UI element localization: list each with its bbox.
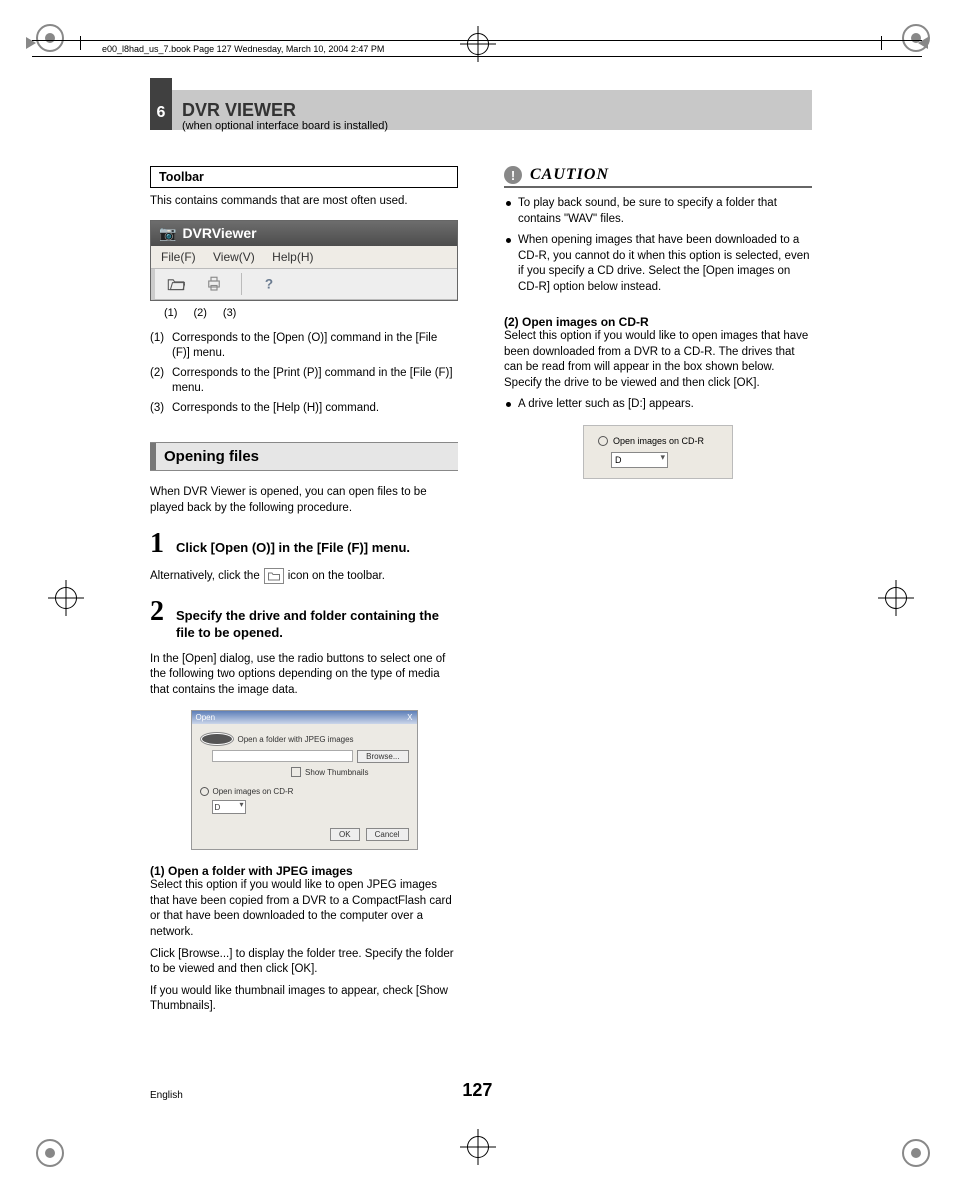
- inline-open-icon: [264, 568, 284, 584]
- page-number: 127: [462, 1080, 492, 1101]
- cdr-panel-radio[interactable]: [598, 436, 608, 446]
- toolbar-heading: Toolbar: [150, 166, 458, 188]
- sub1-para-b: Click [Browse...] to display the folder …: [150, 947, 458, 978]
- step-1-alt: Alternatively, click the icon on the too…: [150, 568, 458, 584]
- legend-2-num: (2): [150, 366, 172, 397]
- crop-circle-br: [902, 1139, 930, 1167]
- menu-view[interactable]: View(V): [213, 250, 255, 264]
- app-menubar: File(F) View(V) Help(H): [151, 246, 457, 269]
- cdr-panel: Open images on CD-R D: [583, 425, 733, 479]
- radio-open-folder[interactable]: [200, 732, 234, 746]
- dialog-close-icon[interactable]: X: [407, 713, 412, 722]
- show-thumbnails-label: Show Thumbnails: [305, 768, 368, 777]
- chapter-title: DVR VIEWER: [182, 100, 296, 121]
- caution-icon: !: [504, 166, 522, 184]
- chapter-number: 6: [150, 78, 172, 130]
- app-titlebar: 📷 DVRViewer: [151, 221, 457, 246]
- legend-2-text: Corresponds to the [Print (P)] command i…: [172, 366, 458, 397]
- page-footer: English 127: [150, 1080, 812, 1101]
- legend-3-text: Corresponds to the [Help (H)] command.: [172, 401, 379, 417]
- menu-help[interactable]: Help(H): [272, 250, 313, 264]
- opening-intro: When DVR Viewer is opened, you can open …: [150, 485, 458, 516]
- toolbar-divider: [241, 273, 242, 295]
- toolbar-legend: (1)Corresponds to the [Open (O)] command…: [150, 331, 458, 417]
- running-header: e00_l8had_us_7.book Page 127 Wednesday, …: [32, 40, 922, 57]
- radio-open-cdr-label: Open images on CD-R: [213, 787, 294, 796]
- callout-2: (2): [193, 307, 206, 319]
- step-1-alt-b: icon on the toolbar.: [288, 570, 385, 582]
- legend-3-num: (3): [150, 401, 172, 417]
- dialog-title: Open: [196, 713, 216, 722]
- show-thumbnails-checkbox[interactable]: [291, 767, 301, 777]
- callout-3: (3): [223, 307, 236, 319]
- registration-mark-right: [878, 580, 914, 616]
- registration-mark-bottom: [460, 1129, 496, 1165]
- footer-language: English: [150, 1090, 183, 1101]
- sub2-body: Select this option if you would like to …: [504, 329, 812, 391]
- step-2-body: In the [Open] dialog, use the radio butt…: [150, 652, 458, 699]
- caution-bar: ! CAUTION: [504, 166, 812, 188]
- open-dialog: Open X Open a folder with JPEG images Br…: [191, 710, 418, 850]
- toolbar-description: This contains commands that are most oft…: [150, 194, 458, 210]
- section-opening-files: Opening files: [150, 442, 458, 471]
- open-icon[interactable]: [165, 273, 187, 295]
- cancel-button[interactable]: Cancel: [366, 828, 409, 841]
- step-1-title: Click [Open (O)] in the [File (F)] menu.: [176, 540, 458, 557]
- app-title: DVRViewer: [182, 225, 256, 241]
- sub1-heading: (1) Open a folder with JPEG images: [150, 864, 458, 878]
- step-2-title: Specify the drive and folder containing …: [176, 608, 458, 642]
- registration-mark-left: [48, 580, 84, 616]
- help-icon[interactable]: ?: [258, 273, 280, 295]
- toolbar-callouts: (1) (2) (3): [150, 307, 458, 319]
- header-filename-line: e00_l8had_us_7.book Page 127 Wednesday, …: [32, 44, 922, 56]
- browse-button[interactable]: Browse...: [357, 750, 408, 763]
- cdr-drive-select[interactable]: D: [611, 452, 668, 468]
- radio-open-folder-label: Open a folder with JPEG images: [238, 735, 354, 744]
- drive-select[interactable]: D: [212, 800, 246, 814]
- legend-1-text: Corresponds to the [Open (O)] command in…: [172, 331, 458, 362]
- callout-1: (1): [164, 307, 177, 319]
- crop-circle-bl: [36, 1139, 64, 1167]
- menu-file[interactable]: File(F): [161, 250, 196, 264]
- print-icon[interactable]: [203, 273, 225, 295]
- chapter-bar: 6 DVR VIEWER (when optional interface bo…: [150, 90, 812, 130]
- caution-item-1: To play back sound, be sure to specify a…: [504, 196, 812, 227]
- app-toolbar-screenshot: 📷 DVRViewer File(F) View(V) Help(H): [150, 220, 458, 301]
- sub1-para-a: Select this option if you would like to …: [150, 878, 458, 940]
- cdr-panel-label: Open images on CD-R: [613, 436, 704, 446]
- chapter-subtitle: (when optional interface board is instal…: [182, 120, 388, 132]
- step-1-number: 1: [150, 530, 164, 558]
- radio-open-cdr[interactable]: [200, 787, 209, 796]
- app-icon: 📷: [159, 225, 176, 242]
- sub1-para-c: If you would like thumbnail images to ap…: [150, 984, 458, 1015]
- step-1-alt-a: Alternatively, click the: [150, 570, 260, 582]
- sub2-bullet: A drive letter such as [D:] appears.: [504, 397, 812, 413]
- step-2-number: 2: [150, 598, 164, 626]
- caution-item-2: When opening images that have been downl…: [504, 233, 812, 295]
- sub2-heading: (2) Open images on CD-R: [504, 315, 812, 329]
- caution-label: CAUTION: [530, 166, 609, 184]
- folder-path-input[interactable]: [212, 750, 354, 762]
- ok-button[interactable]: OK: [330, 828, 360, 841]
- svg-text:?: ?: [265, 276, 273, 291]
- legend-1-num: (1): [150, 331, 172, 362]
- app-toolbar-icons: ?: [151, 269, 457, 300]
